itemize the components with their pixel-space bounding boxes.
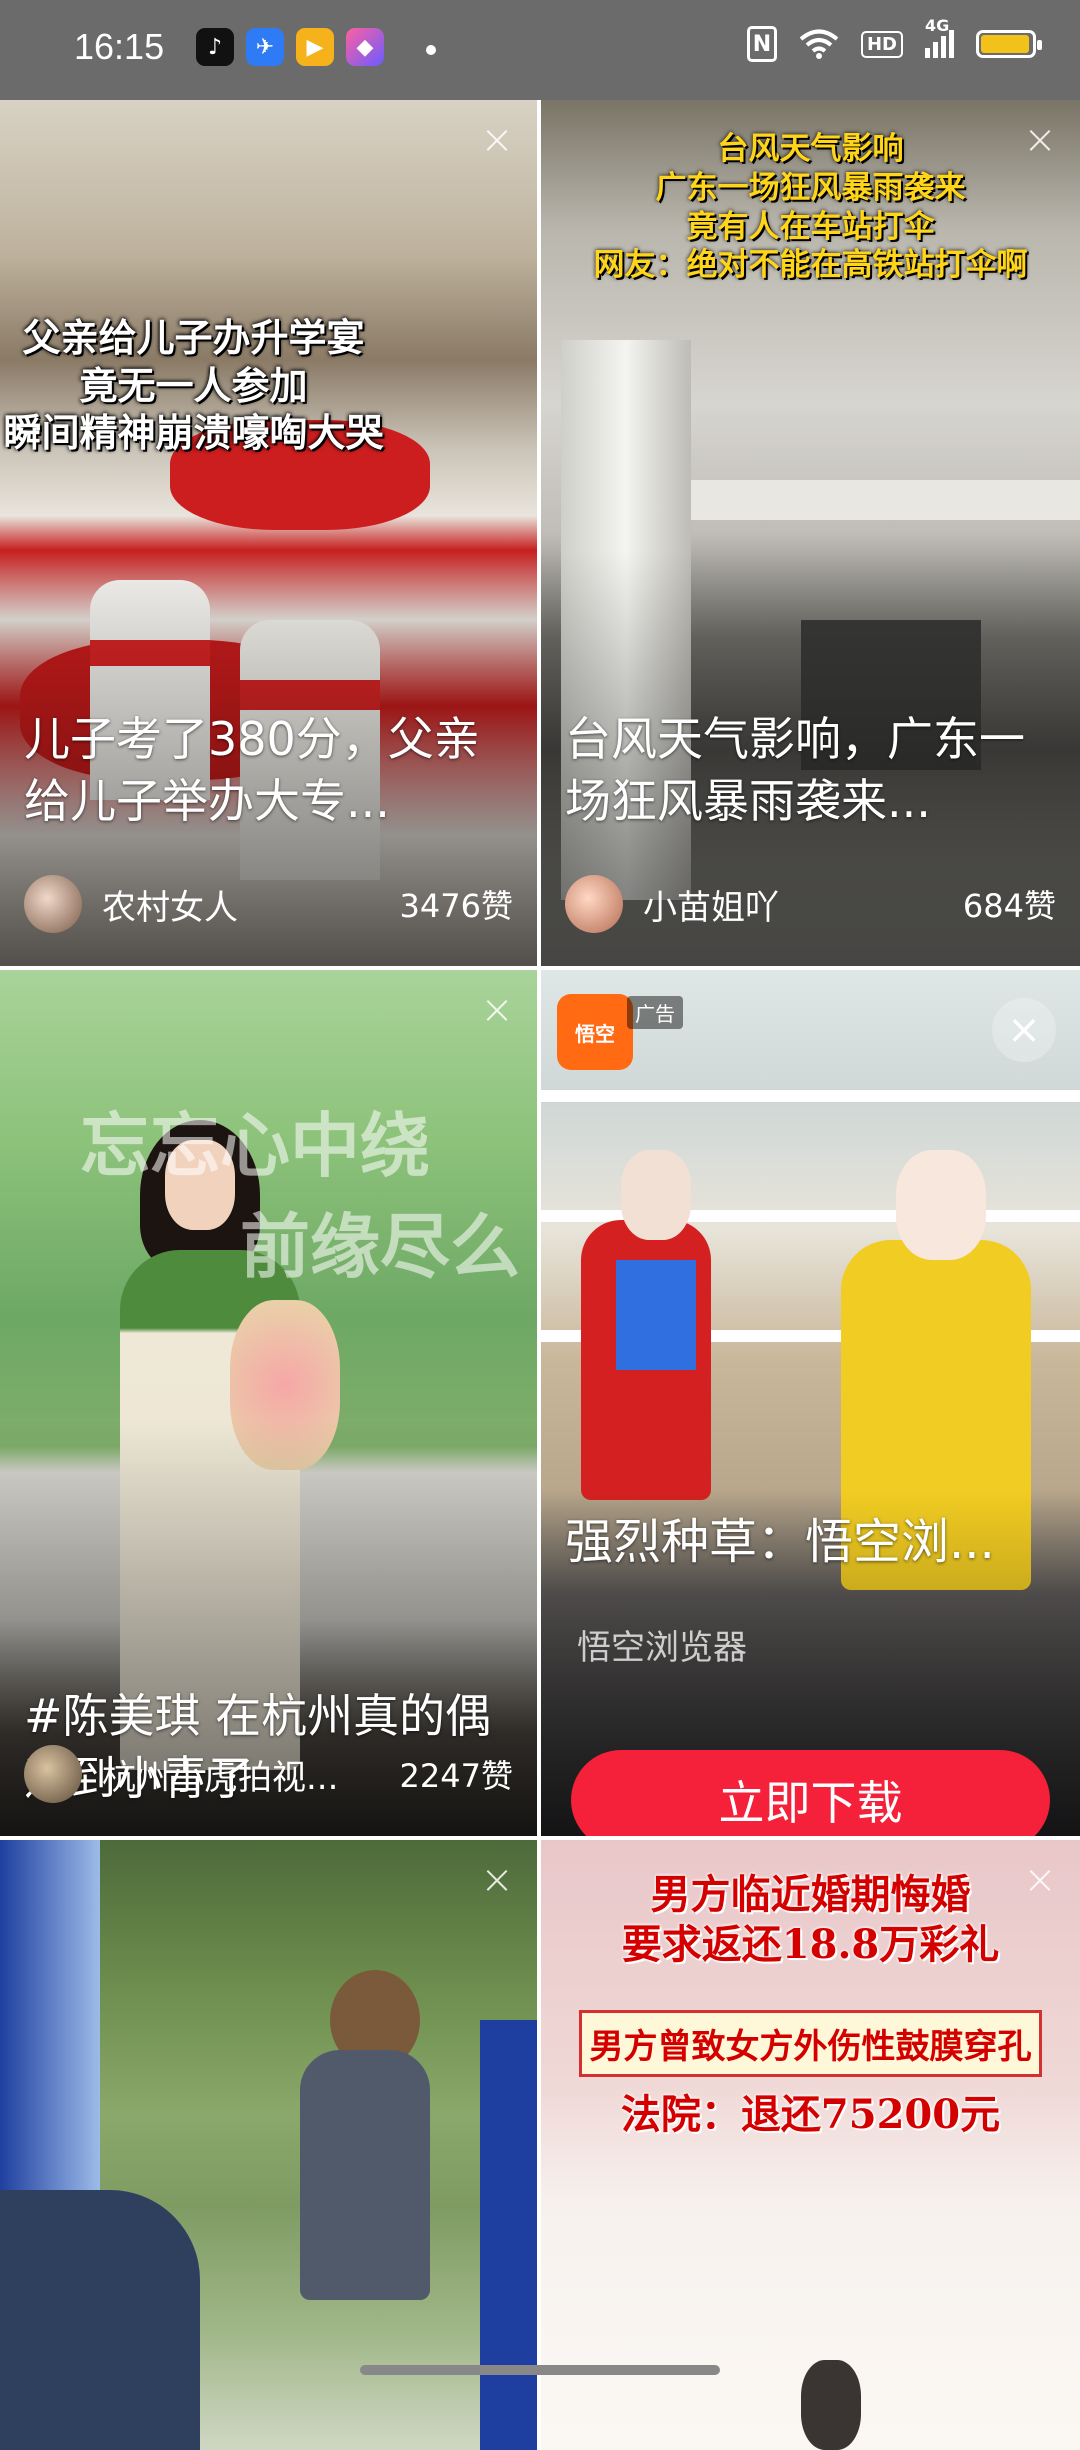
author-name[interactable]: 杭州小虎拍视... [102, 1750, 400, 1799]
video-thumbnail [0, 1840, 537, 2450]
backdrop-text: 忘忘心中绕 前缘尽么 [80, 1104, 520, 1288]
nfc-icon: N [746, 26, 777, 62]
advertiser-logo: 悟空 [557, 994, 633, 1070]
video-caption-overlay: 父亲给儿子办升学宴 竟无一人参加 瞬间精神崩溃嚎啕大哭 [3, 316, 384, 455]
video-title: 儿子考了380分，父亲给儿子举办大专... [24, 712, 480, 829]
like-count: 3476赞 [399, 887, 513, 925]
more-notifications-dot [426, 45, 436, 55]
card-footer: 杭州小虎拍视... 2247赞 [24, 1744, 513, 1804]
close-icon[interactable]: × [477, 990, 517, 1030]
avatar[interactable] [565, 875, 623, 933]
wifi-icon [799, 29, 839, 59]
card-footer: 小苗姐吖 684赞 [565, 874, 1056, 934]
hd-voice-icon: HD [860, 30, 903, 58]
feed-card[interactable]: × 男方临近婚期悔婚 要求返还18.8万彩礼 男方曾致女方外伤性鼓膜穿孔 法院：… [541, 1840, 1080, 2450]
cellular-signal-icon: 4G [925, 16, 954, 58]
advertiser-name: 悟空浏览器 [577, 1628, 747, 1668]
avatar[interactable] [24, 1745, 82, 1803]
card-footer: 农村女人 3476赞 [24, 874, 513, 934]
feed-card[interactable]: × 台风天气影响 广东一场狂风暴雨袭来 竟有人在车站打伞 网友：绝对不能在高铁站… [541, 100, 1080, 966]
video-caption-overlay: 台风天气影响 广东一场狂风暴雨袭来 竟有人在车站打伞 网友：绝对不能在高铁站打伞… [593, 131, 1028, 284]
avatar[interactable] [24, 875, 82, 933]
ad-title: 强烈种草：悟空浏... [565, 1514, 995, 1570]
dingtalk-icon: ✈ [246, 28, 284, 66]
like-count: 2247赞 [399, 1757, 513, 1795]
author-name[interactable]: 农村女人 [102, 880, 400, 929]
shortcut-app-icon: ◆ [346, 28, 384, 66]
author-name[interactable]: 小苗姐吖 [643, 880, 963, 929]
ad-label: 广告 [627, 995, 683, 1029]
tiktok-icon: ♪ [196, 28, 234, 66]
video-app-icon: ▶ [296, 28, 334, 66]
network-type: 4G [925, 16, 950, 35]
like-count: 684赞 [962, 887, 1056, 925]
close-icon[interactable]: × [477, 120, 517, 160]
notification-icons: ♪ ✈ ▶ ◆ [196, 28, 384, 66]
close-ad-button[interactable]: × [992, 998, 1056, 1062]
home-indicator[interactable] [360, 2365, 720, 2375]
battery-icon [976, 30, 1042, 58]
download-button[interactable]: 立即下载 [571, 1750, 1050, 1836]
close-icon[interactable]: × [477, 1860, 517, 1900]
status-bar: 16:15 ♪ ✈ ▶ ◆ N HD 4G [0, 0, 1080, 100]
feed-card[interactable]: × 父亲给儿子办升学宴 竟无一人参加 瞬间精神崩溃嚎啕大哭 儿子考了380分，父… [0, 100, 537, 966]
video-title: 台风天气影响，广东一场狂风暴雨袭来... [565, 712, 1025, 829]
video-caption-overlay: 男方临近婚期悔婚 要求返还18.8万彩礼 [621, 1871, 1000, 1968]
ad-card[interactable]: 悟空 广告 × 强烈种草：悟空浏... 悟空浏览器 立即下载 [541, 970, 1080, 1836]
feed-card[interactable]: × [0, 1840, 537, 2450]
caption-banner: 男方曾致女方外伤性鼓膜穿孔 [579, 2010, 1042, 2077]
verdict-caption: 法院：退还75200元 [620, 2091, 1001, 2138]
feed-card[interactable]: 忘忘心中绕 前缘尽么 × #陈美琪 在杭州真的偶遇到小青了 杭州小虎拍视... … [0, 970, 537, 1836]
clock: 16:15 [74, 26, 165, 67]
